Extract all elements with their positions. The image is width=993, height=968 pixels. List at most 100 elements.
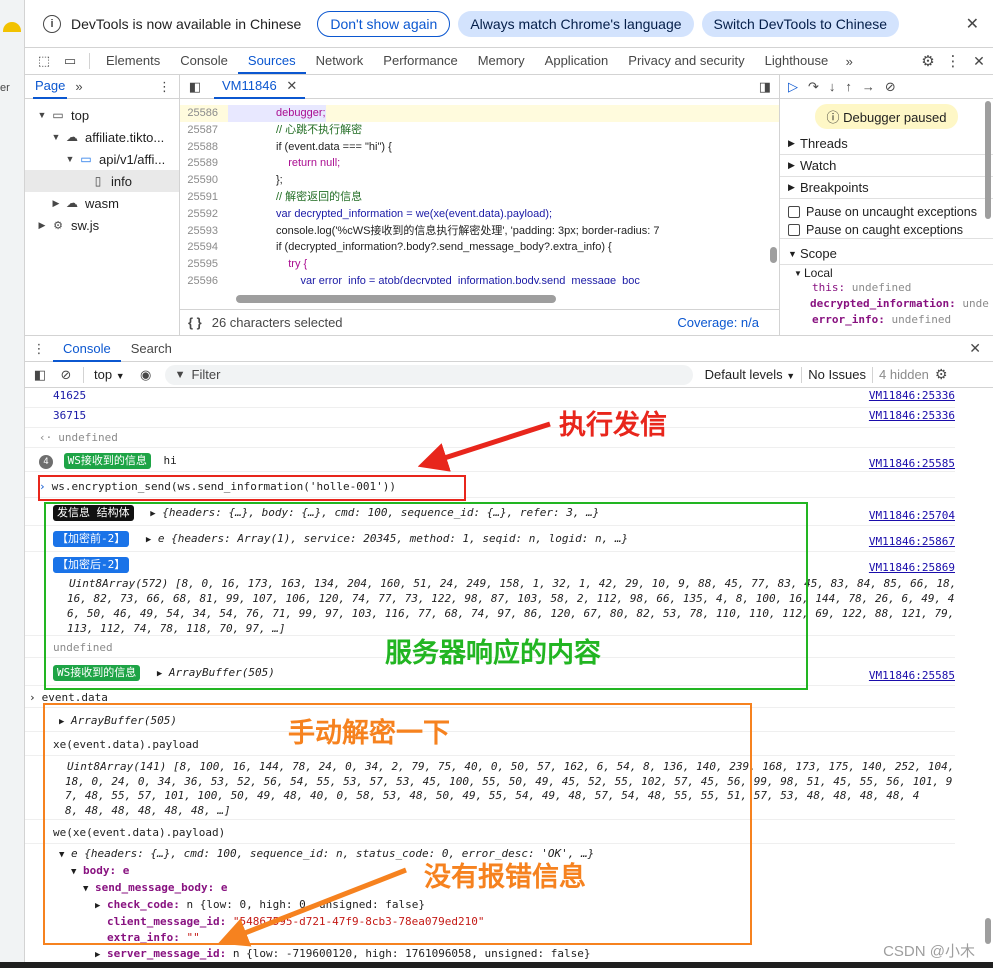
scope-var: error_info: undefined: [780, 313, 993, 329]
var-name: decrypted_information:: [810, 297, 956, 310]
step-over-icon[interactable]: ↷: [808, 79, 819, 95]
eye-icon[interactable]: ◉: [133, 367, 159, 383]
tree-item-folder[interactable]: ▼ ▭ api/v1/affi...: [25, 148, 179, 170]
source-link[interactable]: VM11846:25704: [869, 505, 955, 525]
sidebar-scrollbar[interactable]: [985, 101, 991, 219]
section-watch[interactable]: ▶ Watch: [780, 155, 993, 177]
hidden-count: 4 hidden: [879, 367, 929, 382]
tab-console[interactable]: Console: [170, 48, 238, 74]
tab-lighthouse[interactable]: Lighthouse: [755, 48, 839, 74]
code-text: return null;: [276, 157, 341, 170]
tree-node[interactable]: ▶ server_message_id: n {low: -719600120,…: [59, 946, 955, 963]
tree-item-label: top: [71, 107, 90, 123]
tab-console[interactable]: Console: [53, 336, 121, 362]
code-line: 25587 // 心跳不执行解密: [180, 122, 779, 139]
source-link[interactable]: VM11846:25585: [869, 665, 955, 685]
toggle-navigator-icon[interactable]: ◧: [180, 79, 210, 95]
step-into-icon[interactable]: ↓: [829, 79, 836, 94]
drawer-menu-icon[interactable]: ⋮: [25, 341, 53, 357]
toggle-debugger-icon[interactable]: ◨: [759, 79, 771, 95]
close-icon[interactable]: ✕: [966, 14, 979, 34]
vertical-scrollbar[interactable]: [770, 247, 777, 263]
debugger-toolbar: ▷ ↷ ↓ ↑ → ⊘: [780, 75, 993, 99]
exec-annotation: 执行发信: [559, 410, 667, 440]
step-icon[interactable]: →: [862, 79, 875, 94]
step-out-icon[interactable]: ↑: [845, 79, 852, 94]
scope-local[interactable]: ▼ Local: [780, 265, 993, 281]
tree-item-wasm[interactable]: ▶ ☁ wasm: [25, 192, 179, 214]
inspect-element-icon[interactable]: ⬚: [31, 53, 57, 69]
pause-uncaught-row[interactable]: Pause on uncaught exceptions: [780, 203, 993, 221]
close-drawer-icon[interactable]: ✕: [969, 340, 981, 357]
section-threads[interactable]: ▶ Threads: [780, 133, 993, 155]
horizontal-scrollbar[interactable]: [236, 295, 556, 303]
source-link[interactable]: VM11846:25336: [869, 408, 955, 424]
context-label: top: [94, 367, 113, 382]
dont-show-again-button[interactable]: Don't show again: [317, 10, 451, 37]
source-link[interactable]: VM11846:25336: [869, 388, 955, 404]
tab-elements[interactable]: Elements: [96, 48, 170, 74]
issues-button[interactable]: No Issues: [808, 367, 866, 382]
tab-performance[interactable]: Performance: [373, 48, 467, 74]
source-link[interactable]: VM11846:25585: [869, 453, 955, 471]
checkbox[interactable]: [788, 223, 800, 236]
tab-privacy-and-security[interactable]: Privacy and security: [618, 48, 754, 74]
debugger-sidebar: ▷ ↷ ↓ ↑ → ⊘ ⓘ Debugger paused ▶ Threads ▶…: [780, 75, 993, 335]
expand-arrow-icon: ▶: [95, 950, 101, 960]
kebab-menu-icon[interactable]: ⋮: [941, 52, 965, 70]
kebab-icon[interactable]: ⋮: [158, 79, 171, 95]
deactivate-breakpoints-icon[interactable]: ⊘: [885, 79, 896, 95]
pretty-print-icon[interactable]: { }: [188, 315, 202, 330]
clear-console-icon[interactable]: ⊘: [55, 367, 77, 383]
tree-item-top[interactable]: ▼ ▭ top: [25, 104, 179, 126]
console-scrollbar[interactable]: [985, 918, 991, 944]
tab-sources[interactable]: Sources: [237, 48, 306, 74]
code-text: // 心跳不执行解密: [276, 123, 363, 136]
filter-input[interactable]: ▼ Filter: [164, 364, 693, 385]
sidebar-toggle-icon[interactable]: ◧: [25, 367, 55, 383]
devtools-icon: [3, 22, 21, 32]
levels-select[interactable]: Default levels ▼: [705, 367, 796, 382]
section-breakpoints[interactable]: ▶ Breakpoints: [780, 177, 993, 199]
pause-caught-row[interactable]: Pause on caught exceptions: [780, 221, 993, 239]
editor-tab-bar: ◧ VM11846 ✕ ◨: [180, 75, 779, 99]
code-text: var decrypted_information = we(xe(event.…: [276, 207, 553, 220]
close-tab-icon[interactable]: ✕: [286, 78, 297, 93]
var-value: unde: [962, 297, 989, 310]
device-toolbar-icon[interactable]: ▭: [57, 53, 83, 69]
console-settings-icon[interactable]: ⚙: [935, 366, 948, 383]
section-label: Watch: [800, 158, 837, 173]
tab-memory[interactable]: Memory: [468, 48, 535, 74]
debugger-paused-badge: ⓘ Debugger paused: [814, 103, 959, 129]
code-text: console.log('%cWS接收到的信息执行解密处理', 'padding…: [276, 224, 660, 237]
tab-page[interactable]: Page: [33, 75, 68, 99]
tree-item-info[interactable]: ▯ info: [25, 170, 179, 192]
info-icon: i: [43, 14, 61, 33]
checkbox[interactable]: [788, 206, 800, 218]
source-link[interactable]: VM11846:25869: [869, 557, 955, 579]
gear-icon[interactable]: ⚙: [915, 52, 941, 70]
result-text: undefined: [58, 431, 118, 444]
tree-item-domain[interactable]: ▼ ☁ affiliate.tikto...: [25, 126, 179, 148]
cloud-icon: ☁: [66, 130, 78, 144]
resume-icon[interactable]: ▷: [788, 79, 798, 95]
coverage-status[interactable]: Coverage: n/a: [677, 315, 759, 330]
tree-item-sw[interactable]: ▶ ⚙ sw.js: [25, 214, 179, 236]
line-number: 25596: [187, 274, 218, 284]
more-tabs-icon[interactable]: »: [838, 54, 860, 69]
expand-arrow-icon: ▼: [51, 132, 61, 142]
always-match-language-button[interactable]: Always match Chrome's language: [458, 10, 694, 37]
tab-application[interactable]: Application: [535, 48, 619, 74]
switch-to-chinese-button[interactable]: Switch DevTools to Chinese: [701, 10, 900, 37]
more-icon[interactable]: »: [75, 79, 82, 94]
section-scope[interactable]: ▼ Scope: [780, 243, 993, 265]
source-link[interactable]: VM11846:25867: [869, 531, 955, 551]
file-tab[interactable]: VM11846 ✕: [214, 75, 306, 99]
close-devtools-icon[interactable]: ✕: [965, 53, 993, 70]
tab-network[interactable]: Network: [306, 48, 374, 74]
context-select[interactable]: top ▼: [90, 367, 129, 382]
log-text: hi: [163, 454, 177, 467]
tab-search[interactable]: Search: [121, 341, 182, 356]
var-name: this:: [812, 281, 846, 294]
collapse-arrow-icon: ▶: [788, 160, 795, 170]
